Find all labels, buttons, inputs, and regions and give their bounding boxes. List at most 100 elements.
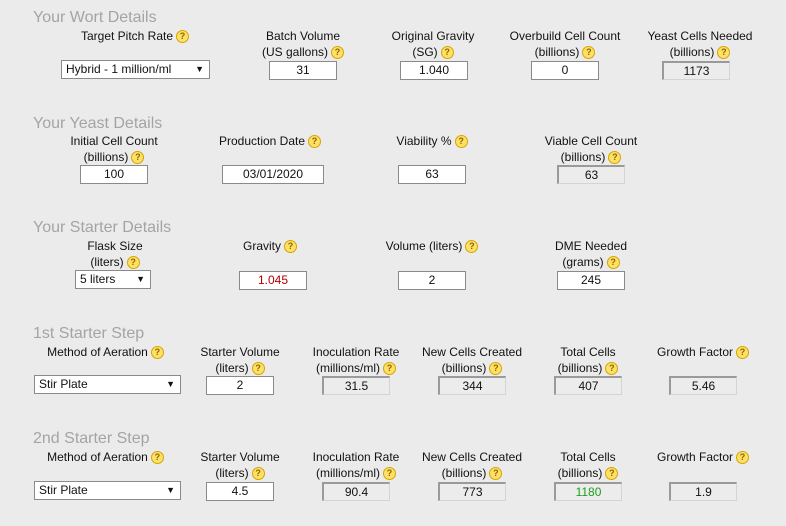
step2-inoculation-label: Inoculation Rate (millions/ml)? — [303, 449, 409, 481]
flask-size-value: 5 liters — [80, 272, 116, 286]
step2-volume-label-line2: (liters) — [215, 466, 249, 480]
initial-cell-count-label-line1: Initial Cell Count — [70, 134, 158, 148]
step1-aeration-label-text: Method of Aeration — [47, 345, 148, 359]
original-gravity-label-line1: Original Gravity — [391, 29, 475, 43]
step2-inoculation-label-line2: (millions/ml) — [316, 466, 380, 480]
starter-volume-label-text: Volume (liters) — [385, 239, 463, 253]
help-question-icon[interactable]: ? — [131, 151, 145, 164]
help-question-icon[interactable]: ? — [582, 46, 596, 59]
step1-aeration-select[interactable]: Stir Plate ▼ — [34, 375, 181, 394]
batch-volume-label-line2: (US gallons) — [261, 45, 329, 59]
help-question-icon[interactable]: ? — [150, 451, 164, 464]
viable-cell-count-value: 63 — [557, 165, 625, 184]
pitch-rate-label-text: Target Pitch Rate — [80, 29, 174, 43]
help-question-icon[interactable]: ? — [489, 467, 503, 480]
overbuild-label: Overbuild Cell Count (billions)? — [500, 28, 630, 60]
step1-inoculation-label-line2: (millions/ml) — [316, 361, 380, 375]
starter-gravity-input[interactable]: 1.045 — [239, 271, 307, 290]
step1-inoculation-label-line1: Inoculation Rate — [312, 345, 400, 359]
step2-inoculation-label-line1: Inoculation Rate — [312, 450, 400, 464]
help-question-icon[interactable]: ? — [736, 346, 750, 359]
help-question-icon[interactable]: ? — [608, 151, 622, 164]
step1-inoculation-value: 31.5 — [322, 376, 390, 395]
yeast-needed-label: Yeast Cells Needed (billions)? — [635, 28, 765, 60]
viability-input[interactable]: 63 — [398, 165, 466, 184]
help-question-icon[interactable]: ? — [176, 30, 190, 43]
overbuild-input[interactable]: 0 — [531, 61, 599, 80]
dropdown-arrow-icon: ▼ — [166, 379, 175, 389]
initial-cell-count-label-line2: (billions) — [83, 150, 129, 164]
help-question-icon[interactable]: ? — [251, 467, 265, 480]
original-gravity-label: Original Gravity (SG)? — [378, 28, 488, 60]
help-question-icon[interactable]: ? — [284, 240, 297, 253]
step1-new-cells-label-line2: (billions) — [441, 361, 487, 375]
starter-volume-input[interactable]: 2 — [398, 271, 466, 290]
step2-aeration-label: Method of Aeration? — [38, 449, 173, 465]
pitch-rate-select[interactable]: Hybrid - 1 million/ml ▼ — [61, 60, 210, 79]
help-question-icon[interactable]: ? — [489, 362, 503, 375]
batch-volume-input[interactable]: 31 — [269, 61, 337, 80]
help-question-icon[interactable]: ? — [383, 362, 396, 375]
step1-aeration-label: Method of Aeration? — [38, 344, 173, 360]
step2-volume-input[interactable]: 4.5 — [206, 482, 274, 501]
help-question-icon[interactable]: ? — [454, 135, 468, 148]
help-question-icon[interactable]: ? — [717, 46, 731, 59]
dropdown-arrow-icon: ▼ — [195, 64, 204, 74]
step1-volume-input[interactable]: 2 — [206, 376, 274, 395]
step2-growth-label: Growth Factor? — [648, 449, 758, 465]
production-date-input[interactable]: 03/01/2020 — [222, 165, 324, 184]
dropdown-arrow-icon: ▼ — [136, 274, 145, 284]
dme-needed-label-line1: DME Needed — [554, 239, 628, 253]
production-date-label-text: Production Date — [218, 134, 306, 148]
step2-new-cells-value: 773 — [438, 482, 506, 501]
step2-aeration-select[interactable]: Stir Plate ▼ — [34, 481, 181, 500]
original-gravity-label-line2: (SG) — [412, 45, 438, 59]
help-question-icon[interactable]: ? — [440, 46, 454, 59]
help-question-icon[interactable]: ? — [331, 46, 345, 59]
help-question-icon[interactable]: ? — [605, 362, 619, 375]
help-question-icon[interactable]: ? — [126, 256, 140, 269]
initial-cell-count-input[interactable]: 100 — [80, 165, 148, 184]
help-question-icon[interactable]: ? — [383, 467, 396, 480]
step2-total-cells-label-line2: (billions) — [557, 466, 603, 480]
yeast-section-title: Your Yeast Details — [33, 115, 163, 132]
step2-new-cells-label-line2: (billions) — [441, 466, 487, 480]
step2-volume-label-line1: Starter Volume — [200, 450, 280, 464]
flask-size-label-line2: (liters) — [90, 255, 124, 269]
step2-growth-value: 1.9 — [669, 482, 737, 501]
dme-needed-input[interactable]: 245 — [557, 271, 625, 290]
starter-gravity-label-text: Gravity — [242, 239, 281, 253]
original-gravity-input[interactable]: 1.040 — [400, 61, 468, 80]
dme-needed-label-line2: (grams) — [562, 255, 604, 269]
pitch-rate-label: Target Pitch Rate? — [60, 28, 210, 44]
starter-volume-label: Volume (liters)? — [372, 238, 492, 254]
viability-label-text: Viability % — [396, 134, 452, 148]
flask-size-label: Flask Size (liters)? — [60, 238, 170, 270]
viable-cell-count-label-line1: Viable Cell Count — [544, 134, 638, 148]
help-question-icon[interactable]: ? — [465, 240, 479, 253]
step2-inoculation-value: 90.4 — [322, 482, 390, 501]
help-question-icon[interactable]: ? — [150, 346, 164, 359]
overbuild-label-line1: Overbuild Cell Count — [509, 29, 621, 43]
initial-cell-count-label: Initial Cell Count (billions)? — [55, 133, 173, 165]
help-question-icon[interactable]: ? — [308, 135, 322, 148]
flask-size-select[interactable]: 5 liters ▼ — [75, 270, 151, 289]
help-question-icon[interactable]: ? — [736, 451, 750, 464]
step2-section-title: 2nd Starter Step — [33, 430, 150, 447]
step1-volume-label-line2: (liters) — [215, 361, 249, 375]
step1-aeration-value: Stir Plate — [39, 377, 88, 391]
step1-total-cells-label-line1: Total Cells — [560, 345, 616, 359]
viable-cell-count-label-line2: (billions) — [560, 150, 606, 164]
wort-section-title: Your Wort Details — [33, 9, 157, 26]
production-date-label: Production Date? — [205, 133, 335, 149]
step2-new-cells-label: New Cells Created (billions)? — [414, 449, 530, 481]
help-question-icon[interactable]: ? — [605, 467, 619, 480]
yeast-needed-value: 1173 — [662, 61, 730, 80]
step1-volume-label-line1: Starter Volume — [200, 345, 280, 359]
starter-section-title: Your Starter Details — [33, 219, 172, 236]
step1-growth-label-text: Growth Factor — [656, 345, 734, 359]
help-question-icon[interactable]: ? — [251, 362, 265, 375]
step1-total-cells-value: 407 — [554, 376, 622, 395]
help-question-icon[interactable]: ? — [606, 256, 620, 269]
step1-inoculation-label: Inoculation Rate (millions/ml)? — [303, 344, 409, 376]
